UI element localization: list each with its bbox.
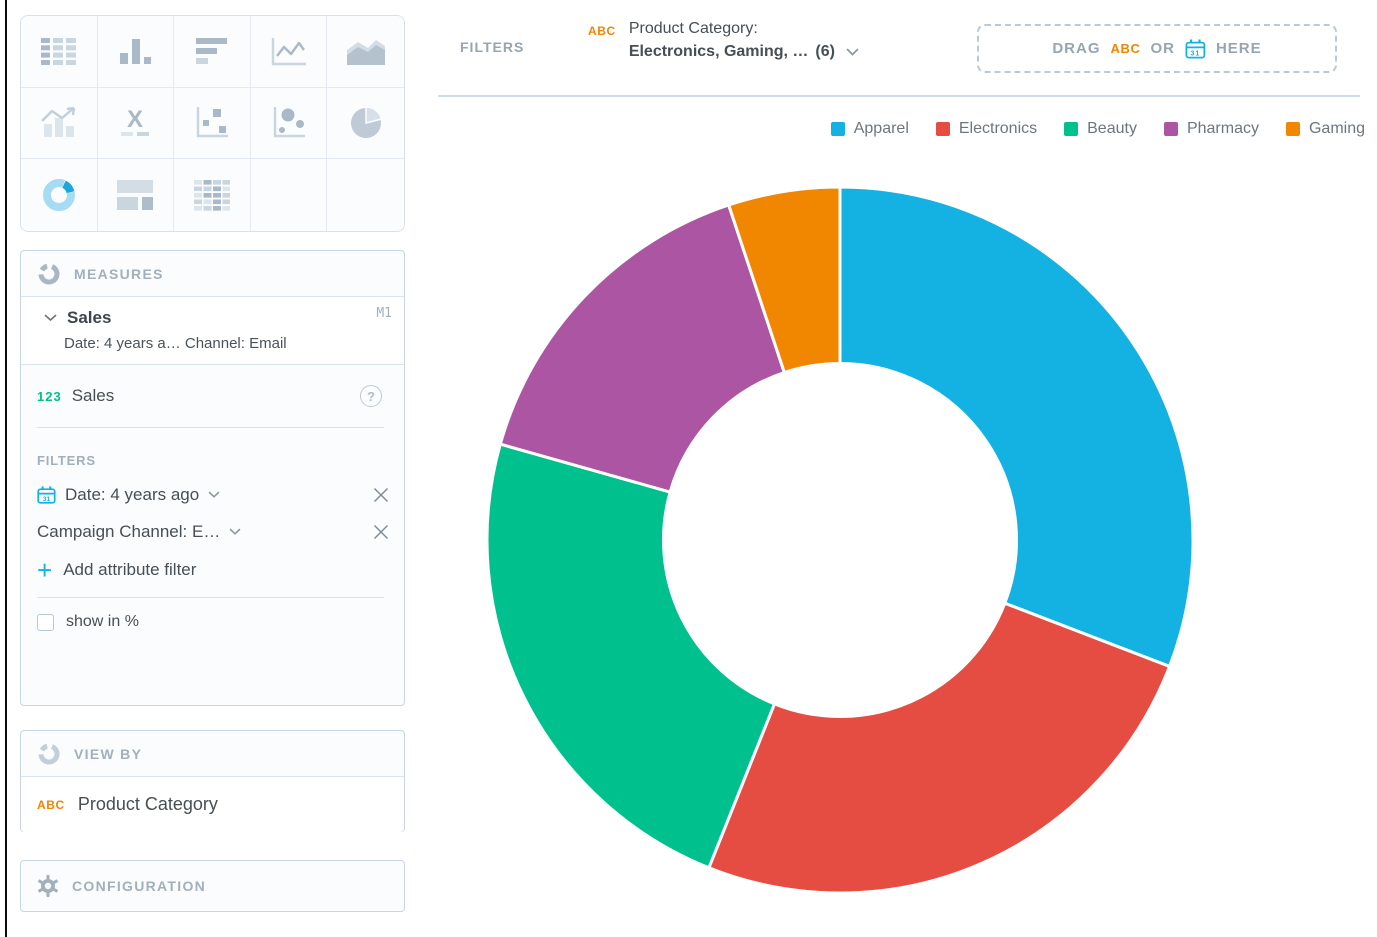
configuration-title: CONFIGURATION bbox=[72, 878, 206, 894]
attribute-type-icon: ABC bbox=[588, 24, 616, 61]
heatmap-icon bbox=[194, 180, 230, 211]
measures-header: MEASURES bbox=[21, 251, 404, 296]
help-icon[interactable]: ? bbox=[360, 385, 382, 407]
vis-type-scatter-plot[interactable] bbox=[174, 88, 251, 160]
dropzone-drag: DRAG bbox=[1052, 40, 1100, 57]
visualization-picker: X bbox=[20, 15, 405, 232]
donut-slice-beauty[interactable] bbox=[487, 444, 774, 868]
vis-type-empty-1 bbox=[251, 159, 328, 231]
svg-text:31: 31 bbox=[43, 496, 51, 503]
combo-chart-icon bbox=[40, 107, 78, 138]
divider bbox=[438, 95, 1360, 97]
dropzone-or: OR bbox=[1150, 40, 1175, 57]
chevron-down-icon[interactable] bbox=[44, 314, 57, 322]
svg-text:X: X bbox=[127, 108, 143, 133]
attribute-type-icon: ABC bbox=[1111, 41, 1141, 56]
svg-text:31: 31 bbox=[1190, 50, 1200, 57]
filter-chip-values: Electronics, Gaming, … bbox=[629, 43, 809, 61]
donut-bucket-icon bbox=[37, 262, 61, 286]
calendar-icon: 31 bbox=[37, 486, 56, 504]
vis-type-line-chart[interactable] bbox=[251, 16, 328, 88]
measures-panel: MEASURES Sales M1 Date: 4 years a… Chann… bbox=[20, 250, 405, 706]
show-in-percent-label: show in % bbox=[66, 613, 139, 631]
configuration-header[interactable]: CONFIGURATION bbox=[21, 861, 404, 911]
attribute-type-icon: ABC bbox=[37, 798, 65, 812]
vis-type-donut-chart-selected[interactable] bbox=[21, 159, 98, 231]
chevron-down-icon bbox=[846, 48, 859, 57]
bubble-chart-icon bbox=[272, 107, 306, 139]
line-chart-icon bbox=[270, 36, 308, 67]
vis-type-bar-chart[interactable] bbox=[174, 16, 251, 88]
area-chart-icon bbox=[347, 37, 385, 65]
filter-bar-label: FILTERS bbox=[460, 39, 524, 55]
filter-chip-count: (6) bbox=[815, 43, 835, 61]
vis-type-area-chart[interactable] bbox=[327, 16, 404, 88]
filter-dropzone[interactable]: DRAG ABC OR 31 HERE bbox=[977, 24, 1337, 73]
configuration-panel[interactable]: CONFIGURATION bbox=[20, 860, 405, 912]
divider bbox=[37, 597, 384, 598]
measures-title: MEASURES bbox=[74, 266, 164, 282]
scatter-plot-icon bbox=[195, 107, 229, 139]
donut-chart-icon bbox=[41, 177, 77, 213]
vis-type-combo-chart[interactable] bbox=[21, 88, 98, 160]
view-by-panel: VIEW BY ABC Product Category bbox=[20, 730, 405, 832]
show-in-percent-checkbox[interactable] bbox=[37, 614, 54, 631]
donut-slice-apparel[interactable] bbox=[840, 187, 1193, 666]
add-attribute-filter-label: Add attribute filter bbox=[63, 560, 196, 580]
column-chart-icon bbox=[118, 36, 152, 66]
vis-type-headline[interactable]: X bbox=[98, 88, 175, 160]
vis-type-bubble-chart[interactable] bbox=[251, 88, 328, 160]
view-by-header: VIEW BY bbox=[21, 731, 404, 776]
add-attribute-filter-button[interactable]: + Add attribute filter bbox=[21, 560, 404, 580]
view-by-title: VIEW BY bbox=[74, 746, 142, 762]
measure-item-row[interactable]: 123 Sales ? bbox=[21, 365, 404, 427]
vis-type-column-chart[interactable] bbox=[98, 16, 175, 88]
chevron-down-icon bbox=[208, 491, 220, 499]
calendar-icon: 31 bbox=[1185, 39, 1206, 59]
divider bbox=[37, 427, 384, 428]
treemap-icon bbox=[117, 180, 153, 210]
measure-item-label: Sales bbox=[72, 386, 115, 406]
measure-tag: M1 bbox=[376, 306, 392, 321]
show-in-percent-row: show in % bbox=[21, 613, 404, 631]
vis-type-empty-2 bbox=[327, 159, 404, 231]
vis-type-table[interactable] bbox=[21, 16, 98, 88]
remove-filter-icon[interactable] bbox=[372, 523, 390, 541]
window-left-edge bbox=[5, 0, 7, 937]
measure-filters-label: FILTERS bbox=[21, 453, 404, 468]
donut-slice-electronics[interactable] bbox=[709, 603, 1170, 893]
dropzone-here: HERE bbox=[1216, 40, 1262, 57]
gear-icon bbox=[37, 875, 59, 897]
vis-type-pie-chart[interactable] bbox=[327, 88, 404, 160]
filter-chip-attribute: Product Category: bbox=[629, 20, 859, 38]
headline-icon: X bbox=[118, 108, 152, 138]
chevron-down-icon bbox=[229, 528, 241, 536]
date-filter-row[interactable]: 31 Date: 4 years ago bbox=[21, 485, 404, 505]
pie-chart-icon bbox=[349, 106, 383, 140]
plus-icon: + bbox=[37, 560, 52, 580]
measure-name: Sales bbox=[67, 308, 111, 328]
product-category-filter-chip[interactable]: ABC Product Category: Electronics, Gamin… bbox=[588, 20, 859, 61]
measure-subtitle: Date: 4 years a… Channel: Email bbox=[64, 335, 392, 352]
bar-chart-icon bbox=[196, 38, 228, 65]
donut-bucket-icon bbox=[37, 742, 61, 766]
attribute-filter-label: Campaign Channel: E… bbox=[37, 522, 220, 542]
measure-card[interactable]: Sales M1 Date: 4 years a… Channel: Email bbox=[21, 296, 404, 365]
view-by-item[interactable]: ABC Product Category bbox=[21, 776, 404, 832]
attribute-filter-row[interactable]: Campaign Channel: E… bbox=[21, 522, 404, 542]
vis-type-heatmap[interactable] bbox=[174, 159, 251, 231]
remove-filter-icon[interactable] bbox=[372, 486, 390, 504]
view-by-item-label: Product Category bbox=[78, 794, 218, 815]
numeric-type-icon: 123 bbox=[37, 389, 62, 404]
donut-chart bbox=[430, 100, 1377, 937]
date-filter-label: Date: 4 years ago bbox=[65, 485, 199, 505]
vis-type-treemap[interactable] bbox=[98, 159, 175, 231]
table-icon bbox=[41, 38, 77, 65]
